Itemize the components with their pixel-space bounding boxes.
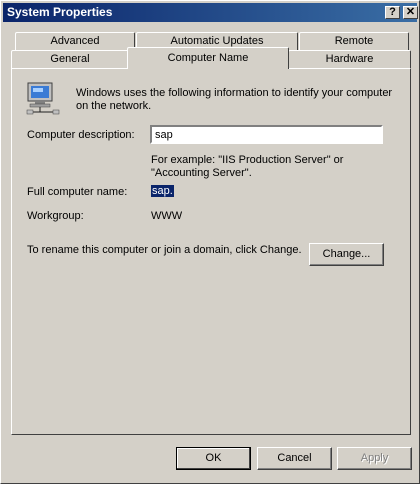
tab-label: Advanced [50,35,100,47]
tab-label: Automatic Updates [170,35,264,47]
cancel-button[interactable]: Cancel [257,447,332,470]
tab-general[interactable]: General [11,50,129,68]
change-button[interactable]: Change... [309,243,384,266]
full-name-label: Full computer name: [27,186,128,198]
window-title: System Properties [7,5,113,19]
rename-instruction: To rename this computer or join a domain… [27,244,302,256]
title-bar[interactable]: System Properties ? ✕ [3,3,418,22]
workgroup-value[interactable]: WWW [151,210,182,222]
ok-button[interactable]: OK [176,447,251,470]
info-text-line1: Windows uses the following information t… [76,87,393,99]
tab-label: Hardware [325,53,374,65]
tab-hardware[interactable]: Hardware [288,50,411,68]
help-button[interactable]: ? [385,6,400,19]
computer-description-input[interactable] [150,125,383,144]
apply-button[interactable]: Apply [337,447,412,470]
info-text-line2: on the network. [76,100,152,112]
tab-label: Remote [334,35,374,47]
tab-computer-name[interactable]: Computer Name [127,47,289,69]
example-line2: "Accounting Server". [151,167,252,179]
description-label: Computer description: [27,129,135,141]
computer-network-icon [26,82,60,115]
close-button[interactable]: ✕ [403,6,418,19]
tab-label: Computer Name [167,52,249,64]
system-properties-window: System Properties ? ✕ Advanced Automatic… [0,0,420,484]
example-line1: For example: "IIS Production Server" or [151,154,344,166]
workgroup-label: Workgroup: [27,210,84,222]
tab-label: General [50,53,90,65]
tab-remote[interactable]: Remote [299,32,409,50]
tab-advanced[interactable]: Advanced [15,32,135,50]
full-computer-name-value[interactable]: sap. [151,185,174,197]
